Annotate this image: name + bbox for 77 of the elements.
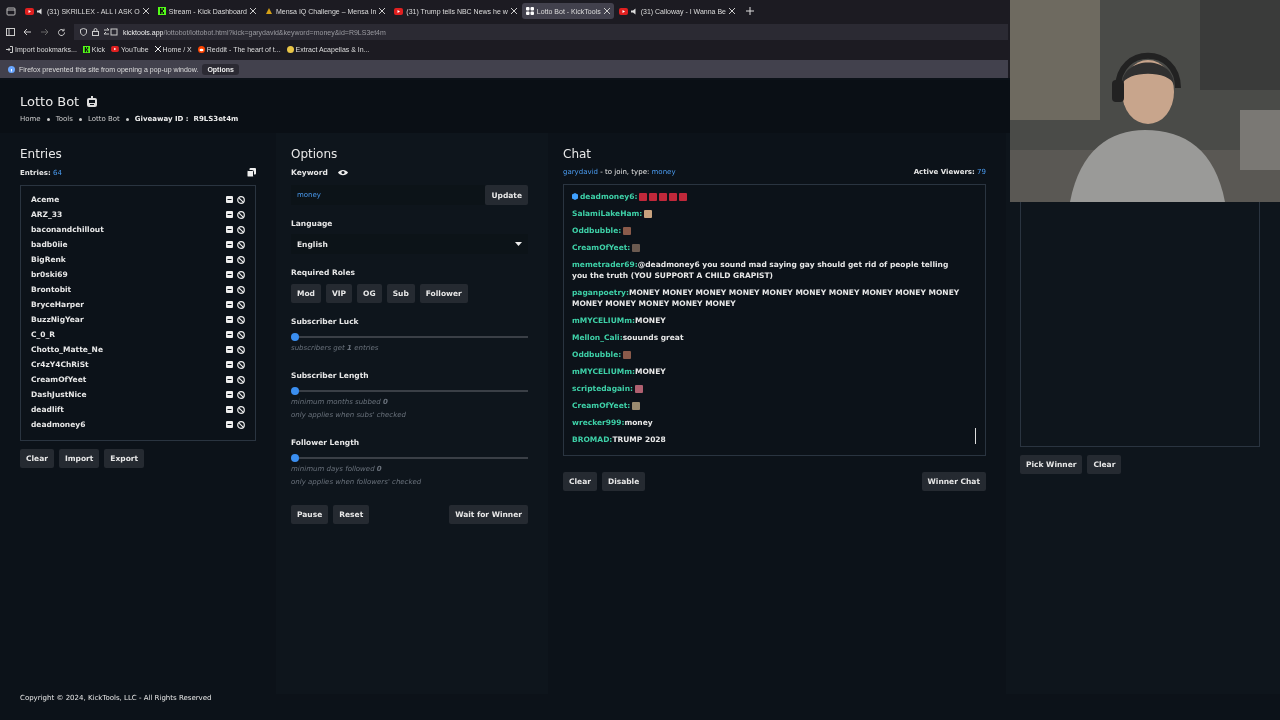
section-heading: Entries [20,147,63,161]
video-icon [111,46,120,52]
lock-icon[interactable] [92,28,99,36]
square-icon[interactable] [226,331,233,338]
shield-icon[interactable] [80,28,87,36]
square-icon[interactable] [226,271,233,278]
ban-icon[interactable] [237,315,245,324]
ban-icon[interactable] [237,285,245,294]
robot-icon [86,95,99,108]
slider-thumb[interactable] [291,333,299,341]
ban-icon[interactable] [237,345,245,354]
ban-icon[interactable] [237,210,245,219]
slider-thumb[interactable] [291,454,299,462]
square-icon[interactable] [226,196,233,203]
square-icon[interactable] [226,346,233,353]
permissions-icon[interactable] [104,28,118,36]
forward-icon[interactable] [40,28,49,36]
bullet-icon [125,117,129,121]
ban-icon[interactable] [237,240,245,249]
close-icon[interactable] [510,8,517,14]
ban-icon[interactable] [237,225,245,234]
bullet-icon [78,117,82,121]
square-icon[interactable] [226,406,233,413]
video-icon [394,7,404,15]
ban-icon[interactable] [237,300,245,309]
ban-icon[interactable] [237,375,245,384]
ban-icon[interactable] [237,390,245,399]
square-icon[interactable] [226,256,233,263]
close-icon[interactable] [379,8,386,14]
close-icon[interactable] [729,8,735,14]
square-icon[interactable] [226,301,233,308]
sidebar-icon[interactable] [6,28,15,36]
ban-icon[interactable] [237,420,245,429]
square-icon[interactable] [226,226,233,233]
caret-icon [515,242,522,246]
square-icon[interactable] [226,316,233,323]
close-icon[interactable] [603,8,610,14]
page-title: Lotto Bot [20,94,80,109]
video-icon [618,7,628,15]
square-icon[interactable] [226,361,233,368]
square-icon[interactable] [226,376,233,383]
bullet-icon [46,117,50,121]
close-icon[interactable] [142,8,149,14]
ban-icon[interactable] [237,195,245,204]
new-tab-icon[interactable] [746,7,754,15]
ban-icon[interactable] [237,330,245,339]
square-icon[interactable] [226,421,233,428]
ban-icon[interactable] [237,255,245,264]
import-icon [6,45,13,53]
x-logo-icon [154,46,161,52]
ban-icon[interactable] [237,405,245,414]
eye-icon[interactable] [337,169,348,176]
speaker-icon[interactable] [37,7,44,15]
tab-list-icon[interactable] [6,6,16,16]
section-heading: Options [291,147,339,161]
copy-icon[interactable] [247,168,256,177]
section-heading: Chat [563,147,593,161]
info-icon [8,65,15,73]
back-icon[interactable] [23,28,32,36]
video-icon [25,7,34,15]
scrollbar[interactable] [975,428,976,444]
grid-icon [525,7,534,15]
speaker-icon[interactable] [630,7,638,15]
slider-track[interactable] [291,333,528,341]
square-icon[interactable] [226,286,233,293]
slider-track[interactable] [291,454,528,462]
k-logo-icon [82,45,90,53]
slider-thumb[interactable] [291,387,299,395]
square-icon[interactable] [226,211,233,218]
square-icon[interactable] [226,241,233,248]
k-logo-icon [157,7,166,15]
close-icon[interactable] [249,8,256,14]
square-icon[interactable] [226,391,233,398]
ban-icon[interactable] [237,270,245,279]
reload-icon[interactable] [57,27,66,37]
ban-icon[interactable] [237,360,245,369]
slider-track[interactable] [291,387,528,395]
